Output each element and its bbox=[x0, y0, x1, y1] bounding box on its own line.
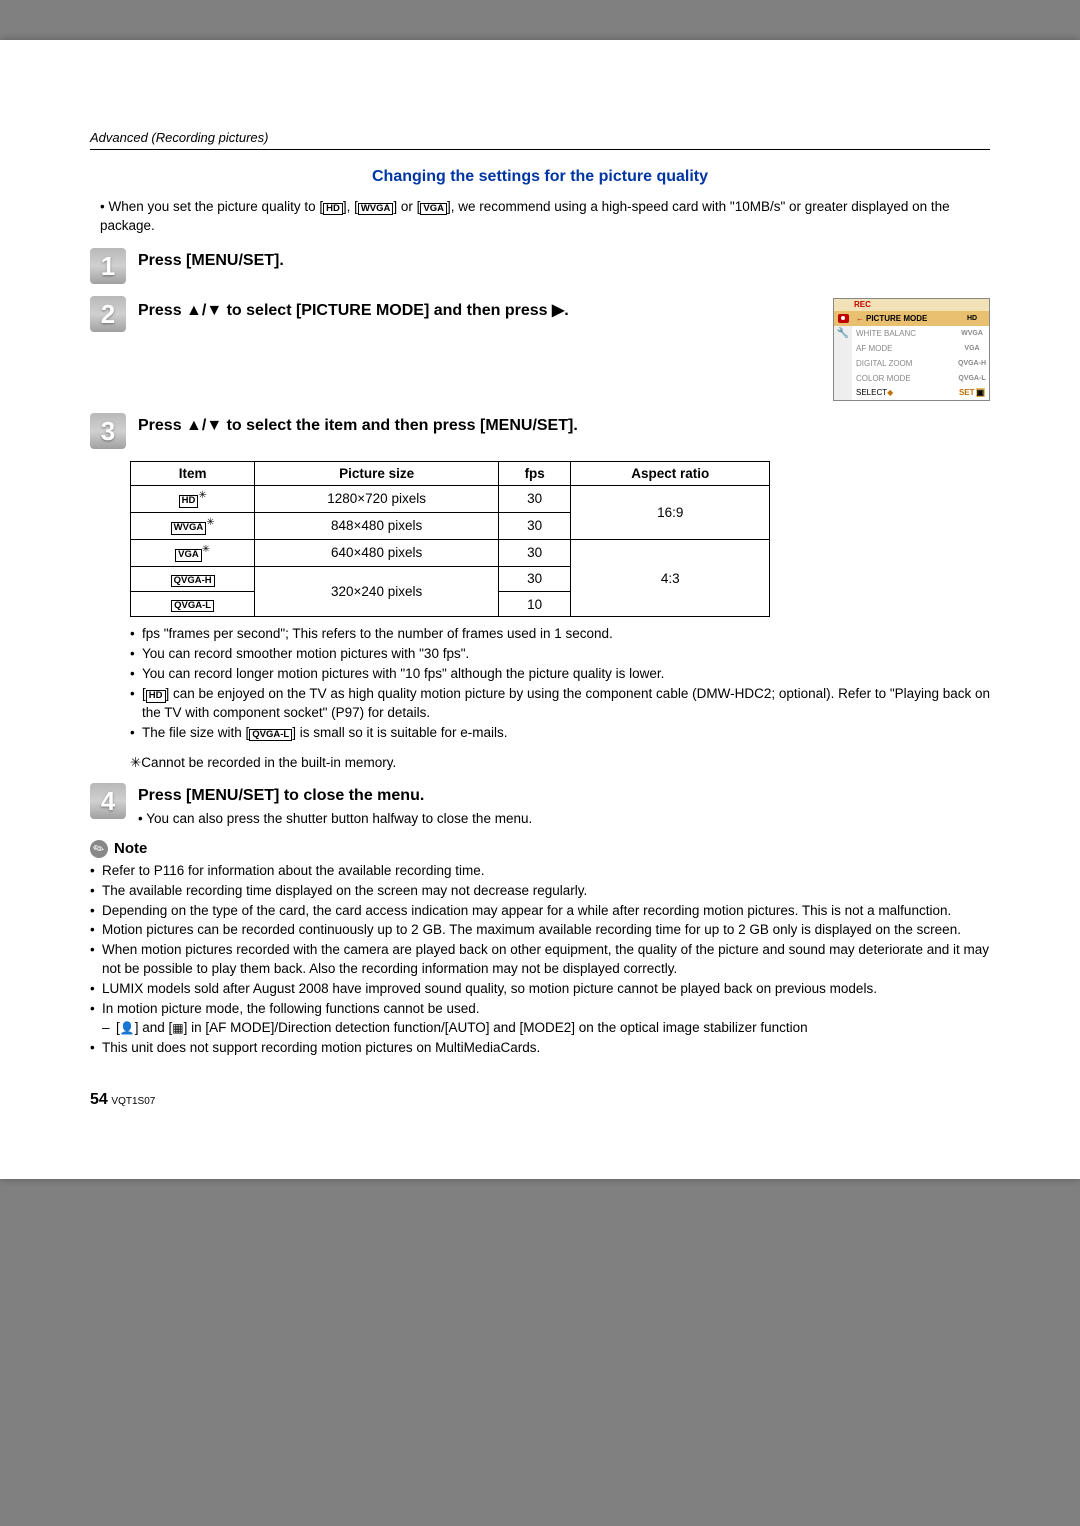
wrench-tab-icon: 🔧 bbox=[834, 326, 852, 341]
note-item: Refer to P116 for information about the … bbox=[90, 862, 990, 881]
table-cell: VGA✳ bbox=[131, 539, 255, 566]
step-number: 3 bbox=[90, 413, 126, 449]
menu-set-label: SET bbox=[959, 388, 975, 397]
section-breadcrumb: Advanced (Recording pictures) bbox=[90, 130, 990, 145]
th-aspect: Aspect ratio bbox=[571, 461, 770, 485]
step-text: Press ▲/▼ to select [PICTURE MODE] and t… bbox=[138, 296, 821, 320]
camera-tab-icon bbox=[834, 311, 852, 326]
note-item: [HD] can be enjoyed on the TV as high qu… bbox=[130, 685, 990, 723]
face-detect-icon: 👤 bbox=[120, 1021, 135, 1035]
note-heading: ✎ Note bbox=[90, 840, 990, 858]
table-cell: 320×240 pixels bbox=[255, 566, 499, 617]
menu-item-picture-mode: ←PICTURE MODE bbox=[852, 311, 955, 326]
intro-text: • When you set the picture quality to [H… bbox=[100, 198, 990, 236]
note-item: You can record longer motion pictures wi… bbox=[130, 665, 990, 684]
menu-item: DIGITAL ZOOM bbox=[852, 356, 955, 371]
page-footer: 54 VQT1S07 bbox=[90, 1091, 155, 1109]
step-number: 4 bbox=[90, 783, 126, 819]
notes-list: Refer to P116 for information about the … bbox=[90, 862, 990, 1058]
step-1: 1 Press [MENU/SET]. bbox=[90, 248, 990, 284]
note-subitem: [👤] and [▦] in [AF MODE]/Direction detec… bbox=[102, 1019, 990, 1038]
table-cell: 30 bbox=[498, 539, 571, 566]
step-3: 3 Press ▲/▼ to select the item and then … bbox=[90, 413, 990, 449]
hd-glyph: HD bbox=[323, 203, 343, 215]
table-cell: 30 bbox=[498, 566, 571, 591]
note-item: Depending on the type of the card, the c… bbox=[90, 902, 990, 921]
note-item: In motion picture mode, the following fu… bbox=[90, 1000, 990, 1038]
table-cell: WVGA✳ bbox=[131, 512, 255, 539]
table-cell: QVGA-L bbox=[131, 592, 255, 617]
page-number: 54 bbox=[90, 1091, 108, 1108]
step-subtext: • You can also press the shutter button … bbox=[138, 811, 990, 826]
section-heading: Changing the settings for the picture qu… bbox=[90, 168, 990, 186]
note-item: You can record smoother motion pictures … bbox=[130, 645, 990, 664]
menu-val: HD bbox=[955, 311, 989, 326]
th-size: Picture size bbox=[255, 461, 499, 485]
menu-val: QVGA-H bbox=[955, 356, 989, 371]
table-cell: 10 bbox=[498, 592, 571, 617]
menu-preview: REC ←PICTURE MODE HD 🔧 WHITE BALANC WVGA… bbox=[833, 298, 990, 401]
menu-val: QVGA-L bbox=[955, 371, 989, 386]
table-cell: QVGA-H bbox=[131, 566, 255, 591]
table-cell: 1280×720 pixels bbox=[255, 485, 499, 512]
note-item: Motion pictures can be recorded continuo… bbox=[90, 921, 990, 940]
picture-mode-table: Item Picture size fps Aspect ratio HD✳ 1… bbox=[130, 461, 770, 618]
table-cell: 16:9 bbox=[571, 485, 770, 539]
menu-item: COLOR MODE bbox=[852, 371, 955, 386]
asterisk-note: ✳Cannot be recorded in the built-in memo… bbox=[130, 755, 990, 771]
step-text: Press [MENU/SET] to close the menu. • Yo… bbox=[138, 783, 990, 826]
wvga-glyph: WVGA bbox=[358, 203, 394, 215]
table-cell: 30 bbox=[498, 512, 571, 539]
note-item: When motion pictures recorded with the c… bbox=[90, 941, 990, 979]
divider bbox=[90, 149, 990, 150]
step-number: 2 bbox=[90, 296, 126, 332]
menu-val: WVGA bbox=[955, 326, 989, 341]
table-cell: 848×480 pixels bbox=[255, 512, 499, 539]
doc-code: VQT1S07 bbox=[111, 1096, 155, 1107]
tracking-icon: ▦ bbox=[172, 1021, 183, 1035]
step-2: 2 Press ▲/▼ to select [PICTURE MODE] and… bbox=[90, 296, 990, 401]
step-number: 1 bbox=[90, 248, 126, 284]
th-fps: fps bbox=[498, 461, 571, 485]
manual-page: Advanced (Recording pictures) Changing t… bbox=[0, 40, 1080, 1179]
note-item: LUMIX models sold after August 2008 have… bbox=[90, 980, 990, 999]
step-text: Press [MENU/SET]. bbox=[138, 248, 990, 270]
table-notes: fps "frames per second"; This refers to … bbox=[130, 625, 990, 742]
menu-item: AF MODE bbox=[852, 341, 955, 356]
step-4: 4 Press [MENU/SET] to close the menu. • … bbox=[90, 783, 990, 826]
note-item: fps "frames per second"; This refers to … bbox=[130, 625, 990, 644]
step-text: Press ▲/▼ to select the item and then pr… bbox=[138, 413, 990, 435]
th-item: Item bbox=[131, 461, 255, 485]
table-cell: HD✳ bbox=[131, 485, 255, 512]
menu-val: VGA bbox=[955, 341, 989, 356]
note-item: The available recording time displayed o… bbox=[90, 882, 990, 901]
table-cell: 30 bbox=[498, 485, 571, 512]
vga-glyph: VGA bbox=[420, 203, 447, 215]
menu-item: WHITE BALANC bbox=[852, 326, 955, 341]
note-item: This unit does not support recording mot… bbox=[90, 1039, 990, 1058]
table-cell: 4:3 bbox=[571, 539, 770, 617]
menu-select-label: SELECT bbox=[856, 388, 887, 397]
table-cell: 640×480 pixels bbox=[255, 539, 499, 566]
note-icon: ✎ bbox=[87, 837, 112, 862]
menu-title: REC bbox=[852, 299, 989, 311]
note-item: The file size with [QVGA-L] is small so … bbox=[130, 724, 990, 743]
